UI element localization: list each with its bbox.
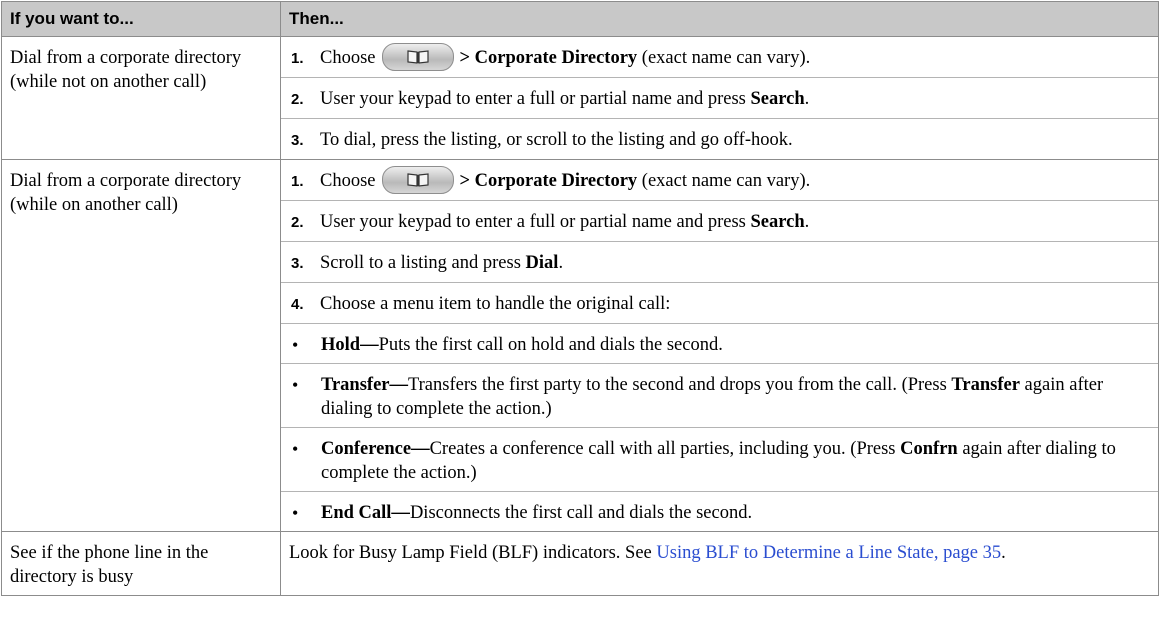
want-cell: See if the phone line in the directory i… (1, 531, 281, 596)
table-header-row: If you want to... Then... (1, 1, 1159, 37)
step-bold: Hold— (321, 335, 379, 355)
step: 4. Choose a menu item to handle the orig… (281, 283, 1158, 324)
step-number: 1. (291, 50, 304, 67)
step: 1. Choose > Corporate Directory (exact na… (281, 160, 1158, 201)
directory-button[interactable] (381, 42, 454, 71)
table-row: Dial from a corporate directory (while o… (1, 159, 1159, 532)
step-bold: Transfer (951, 375, 1020, 395)
step-text: Choose > Corporate Directory (exact name … (320, 42, 1158, 71)
step-bold: End Call— (321, 503, 410, 523)
step: 3. To dial, press the listing, or scroll… (281, 119, 1158, 159)
step-pre: Choose (320, 171, 376, 191)
step-post: . (804, 89, 810, 109)
step-number: 3. (291, 255, 304, 272)
step: 2. User your keypad to enter a full or p… (281, 201, 1158, 242)
step-text: Conference—Creates a conference call wit… (321, 437, 1158, 485)
blf-link[interactable]: Using BLF to Determine a Line State, pag… (656, 543, 1001, 563)
step-text: To dial, press the listing, or scroll to… (320, 130, 793, 150)
step-post: (exact name can vary). (637, 171, 811, 191)
step-post: (exact name can vary). (637, 48, 811, 68)
step-bold: Search (750, 89, 805, 109)
step-number: 2. (291, 91, 304, 108)
table-row: See if the phone line in the directory i… (1, 531, 1159, 596)
then-cell: 1. Choose > Corporate Directory (exact na… (280, 159, 1159, 532)
step: 1. Choose > Corporate Directory (exact na… (281, 37, 1158, 78)
want-cell: Dial from a corporate directory (while o… (1, 159, 281, 532)
bullet-item: • Conference—Creates a conference call w… (281, 428, 1158, 492)
bullet-item: • Hold—Puts the first call on hold and d… (281, 324, 1158, 364)
step-bold: Dial (525, 253, 559, 273)
then-cell: 1. Choose > Corporate Directory (exact na… (280, 36, 1159, 160)
column-header-want: If you want to... (1, 1, 281, 37)
step-pre: Scroll to a listing and press (320, 253, 526, 273)
then-text: Look for Busy Lamp Field (BLF) indicator… (289, 543, 657, 563)
book-icon (406, 173, 429, 187)
step-pre: User your keypad to enter a full or part… (320, 212, 751, 232)
step-post: . (804, 212, 810, 232)
directory-table: If you want to... Then... Dial from a co… (1, 1, 1159, 596)
step-text: Hold—Puts the first call on hold and dia… (321, 333, 1158, 357)
step-text: Transfer—Transfers the first party to th… (321, 373, 1158, 421)
step: 2. User your keypad to enter a full or p… (281, 78, 1158, 119)
column-header-then: Then... (280, 1, 1159, 37)
step-post: Puts the first call on hold and dials th… (378, 335, 723, 355)
step-bold: Transfer— (321, 375, 408, 395)
step-post: Disconnects the first call and dials the… (409, 503, 753, 523)
step-post: Transfers the first party to the second … (408, 375, 952, 395)
step-text: Choose a menu item to handle the origina… (320, 294, 671, 314)
step-number: 2. (291, 214, 304, 231)
book-icon (406, 50, 429, 64)
step-bold: > Corporate Directory (459, 171, 638, 191)
step-pre: Choose (320, 48, 376, 68)
step-post: . (558, 253, 564, 273)
step-text: Choose > Corporate Directory (exact name … (320, 165, 1158, 194)
then-post: . (1001, 543, 1006, 563)
step-bold: > Corporate Directory (459, 48, 638, 68)
bullet-icon: • (292, 335, 299, 355)
table-row: Dial from a corporate directory (while n… (1, 36, 1159, 160)
step-number: 4. (291, 296, 304, 313)
bullet-item: • Transfer—Transfers the first party to … (281, 364, 1158, 428)
step-bold: Conference— (321, 439, 430, 459)
bullet-item: • End Call—Disconnects the first call an… (281, 492, 1158, 531)
directory-button[interactable] (381, 165, 454, 194)
step: 3. Scroll to a listing and press Dial. (281, 242, 1158, 283)
step-number: 1. (291, 173, 304, 190)
bullet-icon: • (292, 439, 299, 459)
step-text: User your keypad to enter a full or part… (320, 87, 1158, 111)
bullet-icon: • (292, 375, 299, 395)
step-text: Scroll to a listing and press Dial. (320, 251, 1158, 275)
step-text: User your keypad to enter a full or part… (320, 210, 1158, 234)
want-cell: Dial from a corporate directory (while n… (1, 36, 281, 160)
step-bold: Confrn (900, 439, 958, 459)
step-number: 3. (291, 132, 304, 149)
bullet-icon: • (292, 503, 299, 523)
step-pre: User your keypad to enter a full or part… (320, 89, 751, 109)
then-cell: Look for Busy Lamp Field (BLF) indicator… (280, 531, 1159, 596)
step-text: End Call—Disconnects the first call and … (321, 501, 1158, 525)
step-post: Creates a conference call with all parti… (429, 439, 901, 459)
step-bold: Search (750, 212, 805, 232)
